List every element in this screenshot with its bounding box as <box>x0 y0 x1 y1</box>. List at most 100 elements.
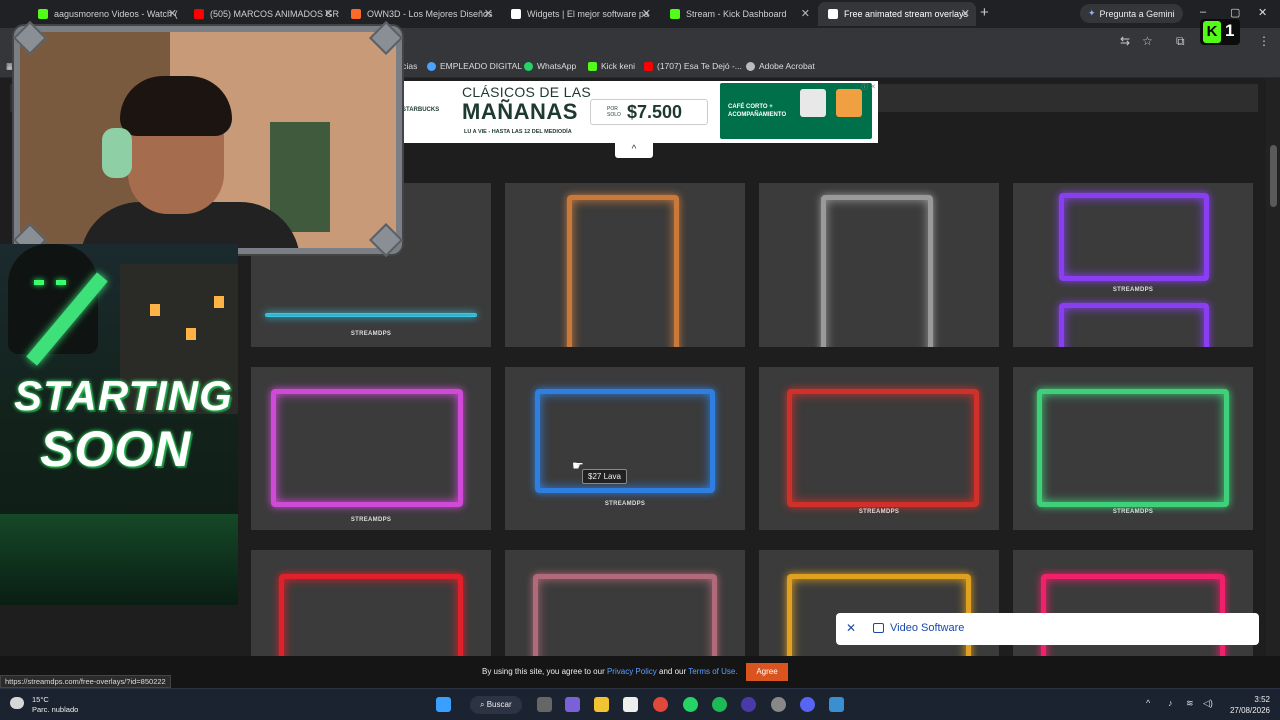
translate-icon[interactable]: ⇆ <box>1120 34 1130 48</box>
weather-cloud-icon[interactable] <box>10 697 24 709</box>
bookmark-adobe-acrobat[interactable]: Adobe Acrobat <box>746 61 815 71</box>
starbucks-ad-banner[interactable]: STARBUCKS CLÁSICOS DE LAS MAÑANAS LU A V… <box>398 81 878 143</box>
bookmark-star-icon[interactable]: ☆ <box>1142 34 1153 48</box>
ss-eye <box>34 280 44 285</box>
wifi-icon[interactable]: ≋ <box>1186 698 1194 709</box>
cookie-pre: By using this site, you agree to our <box>482 667 605 676</box>
overlay-frame-preview <box>1037 389 1229 507</box>
tab-free-overlays[interactable]: Free animated stream overlays ✕ <box>818 2 976 26</box>
gemini-button[interactable]: ✦ Pregunta a Gemini <box>1080 4 1183 23</box>
pastry-image <box>836 89 862 117</box>
close-icon[interactable]: ✕ <box>846 621 856 635</box>
kick-count: 1 <box>1225 21 1235 40</box>
overlay-card[interactable] <box>251 550 491 656</box>
chrome-icon[interactable] <box>653 697 668 712</box>
overlay-card[interactable] <box>505 550 745 656</box>
close-icon[interactable]: ✕ <box>801 7 810 20</box>
new-tab-button[interactable]: + <box>980 4 989 21</box>
overlay-tooltip: $27 Lava <box>582 469 627 484</box>
ad-combo-panel: CAFÉ CORTO + ACOMPAÑAMIENTO <box>720 83 872 139</box>
privacy-policy-link[interactable]: Privacy Policy <box>607 667 657 676</box>
taskbar-search[interactable]: ⌕ Buscar <box>470 696 522 714</box>
obs-icon[interactable] <box>741 697 756 712</box>
discord-icon[interactable] <box>800 697 815 712</box>
extensions-icon[interactable]: ⧉ <box>1176 34 1185 49</box>
video-software-label: Video Software <box>890 622 965 634</box>
close-icon[interactable]: ✕ <box>484 7 493 20</box>
window-close-icon[interactable]: ✕ <box>1258 6 1267 19</box>
tab-widgets[interactable]: Widgets | El mejor software pa ✕ <box>501 2 657 26</box>
close-icon[interactable]: ✕ <box>961 7 970 20</box>
maximize-icon[interactable]: ▢ <box>1230 6 1240 19</box>
weather-condition: Parc. nublado <box>32 705 79 714</box>
overlay-card[interactable] <box>505 183 745 347</box>
taskbar-clock[interactable]: 3:52 27/08/2026 <box>1230 694 1270 716</box>
tab-label: Free animated stream overlays <box>844 9 969 19</box>
overlay-card[interactable]: STREAMDPS <box>505 367 745 530</box>
close-icon[interactable]: ✕ <box>642 7 651 20</box>
minimize-icon[interactable]: – <box>1200 6 1206 18</box>
tab-kick-dashboard[interactable]: Stream - Kick Dashboard ✕ <box>660 2 816 26</box>
tab-youtube-marcos[interactable]: (505) MARCOS ANIMADOS GR ✕ <box>184 2 339 26</box>
ss-window-light <box>186 328 196 340</box>
overlay-card-label: STREAMDPS <box>350 517 392 523</box>
file-explorer-icon[interactable] <box>594 697 609 712</box>
cookie-mid: and our <box>659 667 687 676</box>
overlay-card[interactable]: STREAMDPS <box>1013 183 1253 347</box>
teams-icon[interactable] <box>565 697 580 712</box>
tab-label: Stream - Kick Dashboard <box>686 9 787 19</box>
tab-own3d[interactable]: OWN3D - Los Mejores Diseños ✕ <box>341 2 499 26</box>
tray-chevron-icon[interactable]: ^ <box>1146 698 1150 708</box>
overlay-card-label: STREAMDPS <box>858 509 900 515</box>
own3d-icon <box>351 9 361 19</box>
scrollbar-thumb[interactable] <box>1270 145 1277 207</box>
soon-text: SOON <box>40 421 192 477</box>
spotify-icon[interactable] <box>712 697 727 712</box>
overlay-frame-preview <box>271 389 463 507</box>
bookmark-kick-keni[interactable]: Kick keni <box>588 61 635 71</box>
windows-start-icon[interactable] <box>436 697 451 712</box>
app-window-icon[interactable] <box>829 697 844 712</box>
close-icon[interactable]: ✕ <box>168 7 177 20</box>
store-icon[interactable] <box>623 697 638 712</box>
app-icon[interactable] <box>771 697 786 712</box>
clock-time: 3:52 <box>1254 695 1270 704</box>
weather-widget[interactable]: 15°C Parc. nublado <box>32 695 78 715</box>
ss-window-light <box>214 296 224 308</box>
youtube-icon <box>194 9 204 19</box>
task-view-icon[interactable] <box>537 697 552 712</box>
apps-icon[interactable]: ▦ <box>6 61 14 72</box>
status-url: https://streamdps.com/free-overlays/?id=… <box>0 675 171 688</box>
close-icon[interactable]: ✕ <box>324 7 333 20</box>
tab-kick-videos[interactable]: aagusmoreno Videos - Watch ( ✕ <box>28 2 183 26</box>
collapse-ad-button[interactable]: ^ <box>615 143 653 158</box>
overlay-frame-preview <box>821 195 933 347</box>
agree-button[interactable]: Agree <box>746 663 788 681</box>
bookmark-label: (1707) Esa Te Dejó -... <box>657 61 742 71</box>
bookmark-youtube-video[interactable]: (1707) Esa Te Dejó -... <box>644 61 742 71</box>
bookmark-whatsapp[interactable]: WhatsApp <box>524 61 576 71</box>
gemini-label: Pregunta a Gemini <box>1099 8 1175 19</box>
clock-date: 27/08/2026 <box>1229 706 1270 715</box>
bookmark-label: WhatsApp <box>537 61 577 71</box>
starting-soon-overlay: STARTING SOON <box>0 244 238 605</box>
terms-of-use-link[interactable]: Terms of Use. <box>688 667 737 676</box>
volume-icon[interactable]: ◁) <box>1203 698 1213 709</box>
adchoices-icon[interactable]: ⓘ ✕ <box>861 82 876 92</box>
tab-label: Widgets | El mejor software pa <box>527 9 649 19</box>
cookie-text: By using this site, you agree to our Pri… <box>482 667 738 676</box>
whatsapp-icon <box>524 61 533 71</box>
youtube-icon <box>644 61 653 71</box>
overlay-card[interactable]: STREAMDPS <box>759 367 999 530</box>
overlay-card[interactable] <box>759 183 999 347</box>
microphone-icon[interactable]: ♪ <box>1168 698 1173 708</box>
streamdps-icon <box>828 9 838 19</box>
whatsapp-icon[interactable] <box>683 697 698 712</box>
overlay-card[interactable]: STREAMDPS <box>1013 367 1253 530</box>
overlay-frame-preview <box>567 195 679 347</box>
bookmark-empleado-digital[interactable]: EMPLEADO DIGITAL <box>427 61 522 71</box>
video-software-suggestion[interactable]: ✕ Video Software <box>836 613 1259 645</box>
menu-icon[interactable]: ⋮ <box>1258 34 1270 48</box>
webcam-person-hair <box>120 76 232 136</box>
overlay-card[interactable]: STREAMDPS <box>251 367 491 530</box>
